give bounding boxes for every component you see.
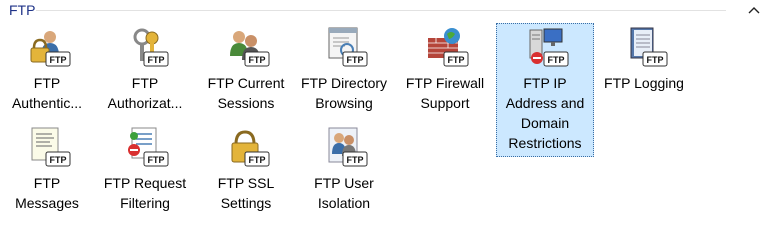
svg-text:FTP: FTP (249, 55, 266, 65)
ftp-logging-icon: FTP (619, 26, 669, 72)
item-label: FTP User Isolation (314, 175, 374, 211)
svg-text:FTP: FTP (148, 155, 165, 165)
item-label: FTP Current Sessions (207, 75, 285, 111)
item-label: FTP Request Filtering (103, 175, 187, 211)
ftp-group-header: FTP (0, 0, 768, 20)
svg-text:FTP: FTP (148, 55, 165, 65)
svg-text:FTP: FTP (249, 155, 266, 165)
item-label: FTP Firewall Support (405, 75, 485, 111)
ftp-user-isolation-icon: FTP (319, 126, 369, 172)
ftp-ssl-settings-item[interactable]: FTP FTP SSL Settings (199, 126, 293, 213)
ftp-firewall-support-item[interactable]: FTP FTP Firewall Support (398, 26, 492, 113)
ftp-ip-restrictions-item[interactable]: FTP FTP IP Address and Domain Restrictio… (496, 23, 594, 157)
item-label: FTP Directory Browsing (300, 75, 388, 111)
item-label: FTP Authorizat... (107, 75, 183, 111)
ftp-authorization-item[interactable]: FTP FTP Authorizat... (98, 26, 192, 113)
ftp-current-sessions-icon: FTP (221, 26, 271, 72)
ftp-authentication-item[interactable]: FTP FTP Authentic... (0, 26, 94, 113)
svg-text:FTP: FTP (50, 155, 67, 165)
group-divider (36, 10, 726, 11)
ftp-ip-restrictions-icon: FTP (520, 26, 570, 72)
svg-text:FTP: FTP (548, 55, 565, 65)
svg-text:FTP: FTP (50, 55, 67, 65)
ftp-firewall-support-icon: FTP (420, 26, 470, 72)
svg-text:FTP: FTP (347, 155, 364, 165)
ftp-logging-item[interactable]: FTP FTP Logging (597, 26, 691, 93)
item-label: FTP Logging (604, 75, 684, 91)
ftp-user-isolation-item[interactable]: FTP FTP User Isolation (297, 126, 391, 213)
svg-text:FTP: FTP (647, 55, 664, 65)
ftp-authentication-icon: FTP (22, 26, 72, 72)
chevron-up-icon (748, 7, 760, 14)
svg-text:FTP: FTP (347, 55, 364, 65)
item-label: FTP Messages (15, 175, 79, 211)
item-label: FTP IP Address and Domain Restrictions (505, 75, 585, 151)
item-label: FTP Authentic... (11, 75, 83, 111)
ftp-directory-browsing-icon: FTP (319, 26, 369, 72)
item-label: FTP SSL Settings (217, 175, 275, 211)
ftp-request-filtering-icon: FTP (120, 126, 170, 172)
ftp-messages-icon: FTP (22, 126, 72, 172)
ftp-ssl-settings-icon: FTP (221, 126, 271, 172)
ftp-request-filtering-item[interactable]: FTP FTP Request Filtering (98, 126, 192, 213)
ftp-current-sessions-item[interactable]: FTP FTP Current Sessions (199, 26, 293, 113)
ftp-messages-item[interactable]: FTP FTP Messages (0, 126, 94, 213)
group-title: FTP (9, 2, 36, 18)
ftp-authorization-icon: FTP (120, 26, 170, 72)
collapse-group-button[interactable] (744, 0, 764, 20)
ftp-directory-browsing-item[interactable]: FTP FTP Directory Browsing (297, 26, 391, 113)
svg-text:FTP: FTP (448, 55, 465, 65)
